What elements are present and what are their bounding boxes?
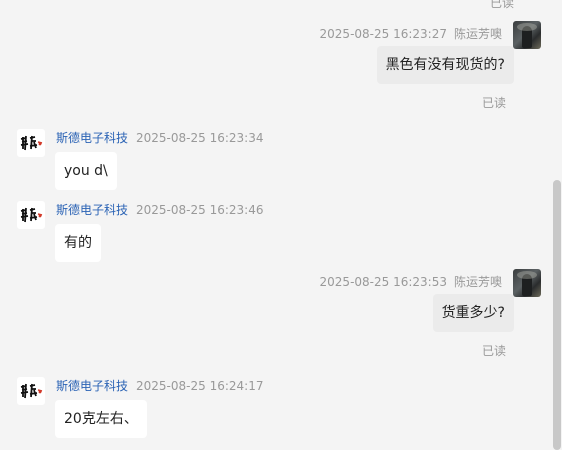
message-meta: 斯德电子科技 2025-08-25 16:24:17 xyxy=(56,377,263,394)
message-bubble: 有的 xyxy=(55,224,101,262)
message-meta: 斯德电子科技 2025-08-25 16:23:34 xyxy=(56,129,263,146)
message-timestamp: 2025-08-25 16:23:34 xyxy=(136,131,264,145)
user-photo-avatar[interactable] xyxy=(513,269,541,297)
message-meta: 2025-08-25 16:23:27 陈运芳噢 xyxy=(320,25,502,42)
message-sender: 陈运芳噢 xyxy=(453,275,502,289)
shop-logo-icon xyxy=(20,135,43,151)
read-receipt: 已读 xyxy=(481,344,506,358)
chat-message-list: 已读 2025-08-25 16:23:27 陈运芳噢 黑色有没有现货的? 已读 … xyxy=(0,0,552,439)
message-sender[interactable]: 斯德电子科技 xyxy=(56,131,128,145)
message-bubble: 货重多少? xyxy=(432,294,514,332)
shop-logo-icon xyxy=(20,383,43,399)
read-receipt: 已读 xyxy=(481,96,506,110)
message-timestamp: 2025-08-25 16:23:27 xyxy=(319,27,447,41)
shop-logo-avatar[interactable] xyxy=(17,377,45,405)
message-timestamp: 2025-08-25 16:23:46 xyxy=(136,203,264,217)
message-timestamp: 2025-08-25 16:24:17 xyxy=(136,379,264,393)
message-sender[interactable]: 斯德电子科技 xyxy=(56,379,128,393)
shop-logo-icon xyxy=(20,207,43,223)
scrollbar-thumb[interactable] xyxy=(553,180,561,450)
message-meta: 斯德电子科技 2025-08-25 16:23:46 xyxy=(56,201,263,218)
message-bubble: 黑色有没有现货的? xyxy=(376,46,514,84)
message-bubble: 20克左右、 xyxy=(55,400,147,438)
message-timestamp: 2025-08-25 16:23:53 xyxy=(319,275,447,289)
scrollbar-track[interactable] xyxy=(552,0,562,450)
message-sender[interactable]: 斯德电子科技 xyxy=(56,203,128,217)
shop-logo-avatar[interactable] xyxy=(17,129,45,157)
read-receipt: 已读 xyxy=(489,0,514,10)
message-sender: 陈运芳噢 xyxy=(453,27,502,41)
message-meta: 2025-08-25 16:23:53 陈运芳噢 xyxy=(320,273,502,290)
user-photo-avatar[interactable] xyxy=(513,21,541,49)
message-bubble: you d\ xyxy=(55,152,117,190)
shop-logo-avatar[interactable] xyxy=(17,201,45,229)
